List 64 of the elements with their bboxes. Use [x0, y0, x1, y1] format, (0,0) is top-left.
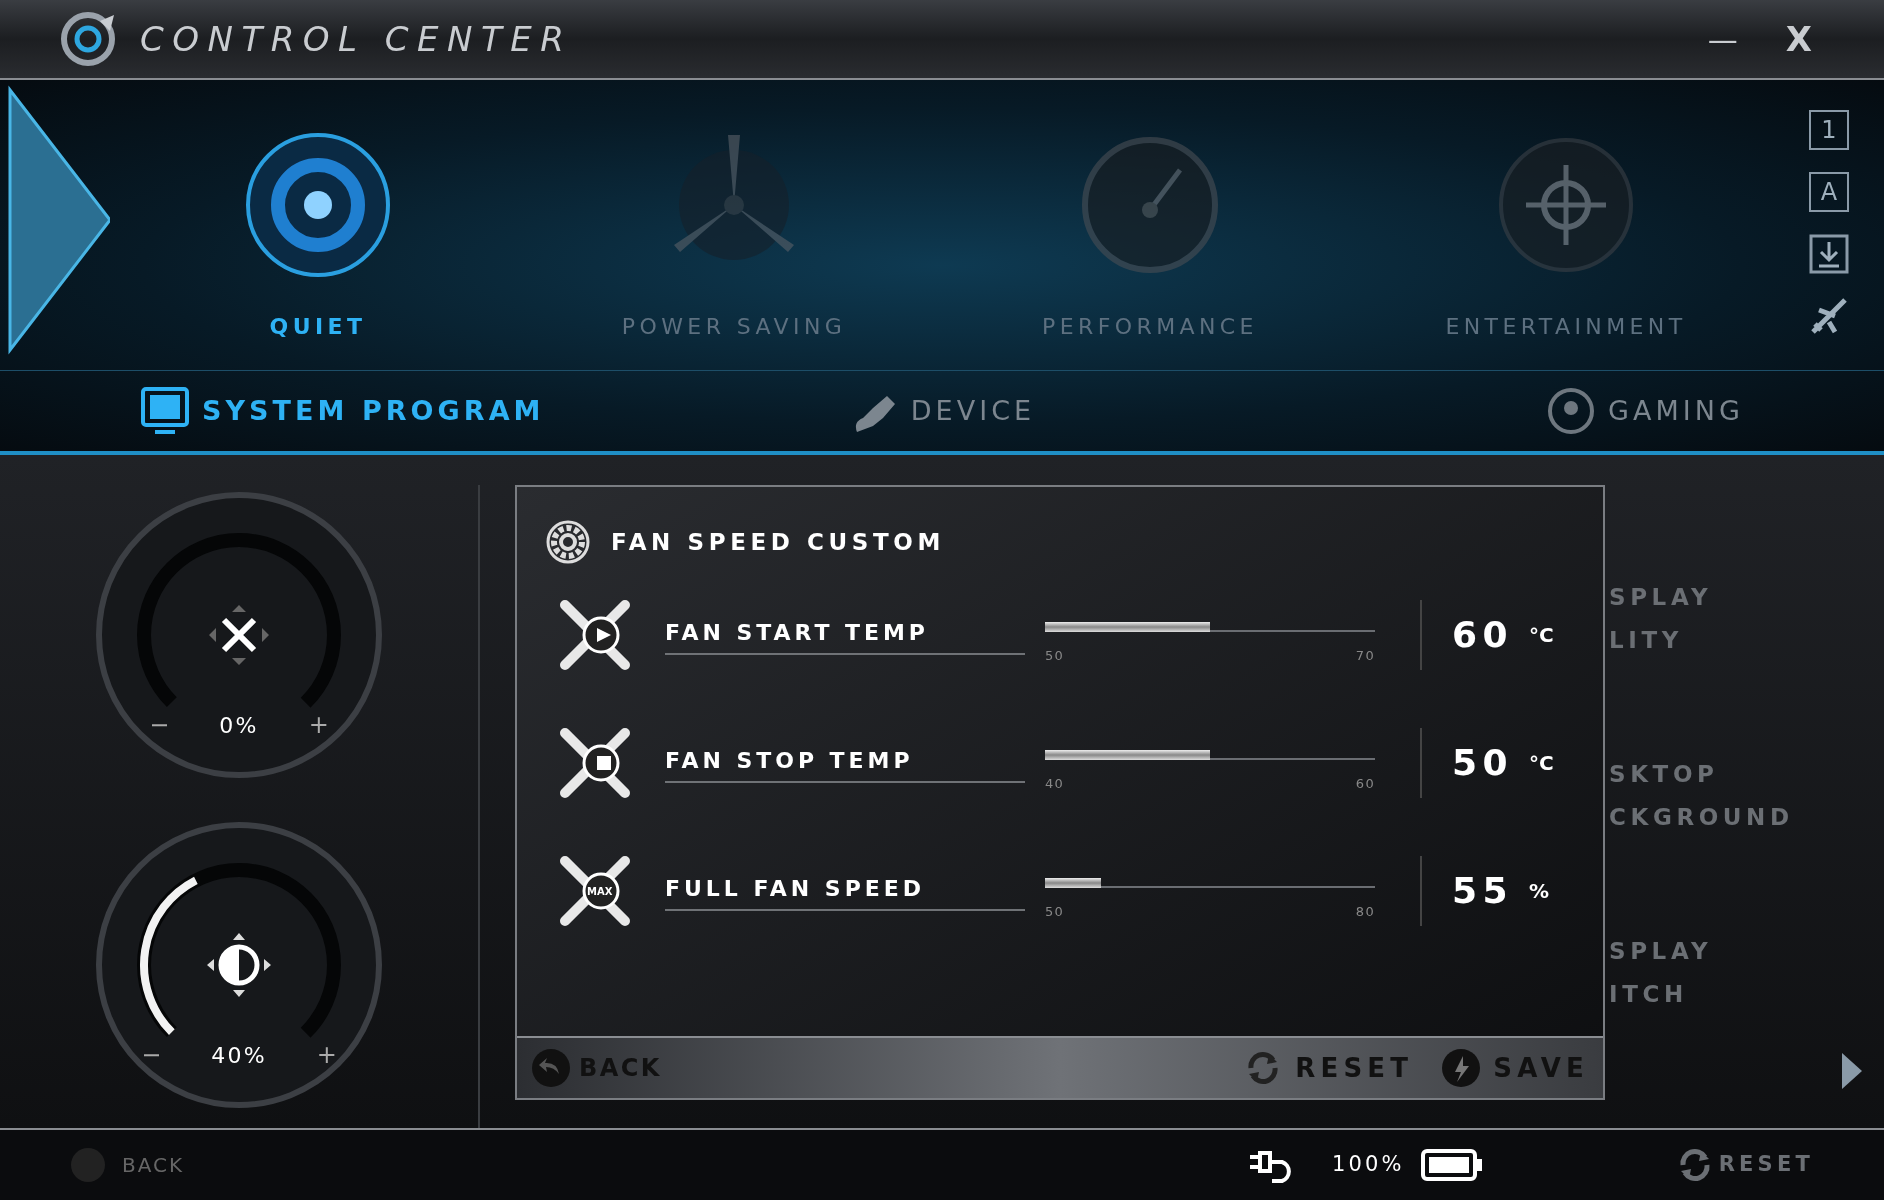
- back-button[interactable]: BACK: [70, 1147, 185, 1183]
- logo-icon: [60, 11, 116, 67]
- reset-button[interactable]: RESET: [1243, 1048, 1414, 1088]
- save-icon: [1441, 1048, 1482, 1088]
- plus-sign: +: [316, 1040, 337, 1071]
- reset-button[interactable]: RESET: [1674, 1145, 1814, 1185]
- mode-option[interactable]: QUIET: [110, 120, 526, 370]
- airplane-icon: [1809, 296, 1849, 336]
- menu-text[interactable]: CKGROUND: [1609, 799, 1884, 834]
- slider-min: 50: [1045, 647, 1065, 666]
- slider[interactable]: [1045, 750, 1375, 761]
- slider-min: 50: [1045, 903, 1065, 922]
- slider[interactable]: [1045, 622, 1375, 633]
- setting-value: 60: [1452, 613, 1513, 657]
- setting-value: 55: [1452, 869, 1513, 913]
- unit-label: %: [1528, 878, 1549, 905]
- settings-icon: [545, 519, 591, 565]
- side-button[interactable]: A: [1809, 172, 1849, 212]
- tab[interactable]: GAMING: [1209, 386, 1744, 436]
- steering-wheel-icon: [1545, 386, 1596, 436]
- download-icon: [1809, 234, 1849, 274]
- setting-value: 50: [1452, 741, 1513, 785]
- minus-sign: −: [141, 1040, 162, 1071]
- slider-min: 40: [1045, 775, 1065, 794]
- dial-reading: 0%: [219, 711, 259, 740]
- tab[interactable]: DEVICE: [674, 386, 1210, 436]
- right-arrow-icon: [1840, 1051, 1864, 1091]
- slider-max: 80: [1355, 903, 1375, 922]
- slider-max: 70: [1355, 647, 1375, 666]
- mode-label: PERFORMANCE: [1042, 313, 1258, 341]
- menu-text[interactable]: SKTOP: [1609, 757, 1884, 792]
- tab[interactable]: SYSTEM PROGRAM: [140, 386, 675, 436]
- menu-text[interactable]: ITCH: [1609, 976, 1884, 1011]
- dial[interactable]: − 0% +: [89, 485, 389, 785]
- battery-icon: [1420, 1149, 1483, 1181]
- minimize-button[interactable]: —: [1695, 16, 1750, 62]
- dialog-title: FAN SPEED CUSTOM: [611, 527, 945, 557]
- menu-text[interactable]: SPLAY: [1609, 934, 1884, 969]
- battery-percent: 100%: [1332, 1151, 1405, 1179]
- max-label: MAX: [587, 885, 613, 899]
- mode-option[interactable]: POWER SAVING: [526, 120, 942, 370]
- unit-label: °C: [1528, 622, 1554, 649]
- mode-option[interactable]: ENTERTAINMENT: [1358, 120, 1774, 370]
- save-button[interactable]: SAVE: [1441, 1048, 1589, 1088]
- unit-label: °C: [1528, 750, 1554, 777]
- slider[interactable]: [1045, 878, 1375, 889]
- side-button[interactable]: 1: [1809, 110, 1849, 150]
- menu-text[interactable]: SPLAY: [1609, 580, 1884, 615]
- plus-sign: +: [308, 710, 329, 741]
- window-title: CONTROL CENTER: [140, 17, 574, 61]
- setting-label: FAN START TEMP: [665, 615, 1025, 655]
- minus-sign: −: [149, 710, 170, 741]
- dial-reading: 40%: [211, 1041, 267, 1070]
- mode-option[interactable]: PERFORMANCE: [942, 120, 1358, 370]
- dial[interactable]: − 40% +: [89, 815, 389, 1115]
- mode-label: QUIET: [269, 313, 367, 341]
- setting-label: FAN STOP TEMP: [665, 743, 1025, 783]
- monitor-icon: [140, 386, 190, 436]
- mode-label: ENTERTAINMENT: [1445, 313, 1687, 341]
- close-button[interactable]: X: [1773, 13, 1824, 65]
- slider-max: 60: [1355, 775, 1375, 794]
- menu-text[interactable]: LITY: [1609, 622, 1884, 657]
- mode-label: POWER SAVING: [621, 313, 847, 341]
- setting-label: FULL FAN SPEED: [665, 871, 1025, 911]
